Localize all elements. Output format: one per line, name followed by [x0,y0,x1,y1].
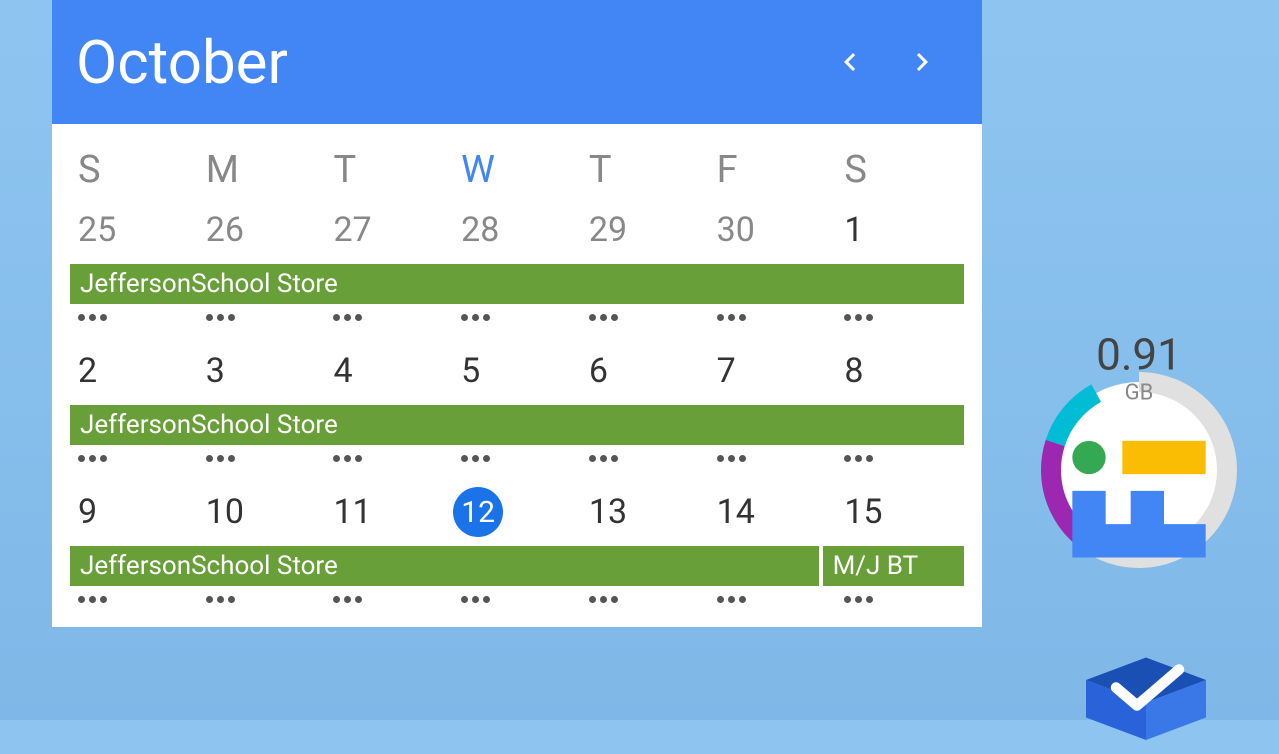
more-events-indicator[interactable] [453,314,581,321]
more-events-indicator[interactable] [198,596,326,603]
date-cell[interactable]: 4 [325,345,453,397]
more-events-indicator[interactable] [709,314,837,321]
more-events-indicator[interactable] [836,596,964,603]
today-indicator: 12 [453,487,503,537]
more-events-row [70,596,964,603]
day-header: T [325,148,453,192]
date-cell[interactable]: 1 [836,204,964,256]
more-events-indicator[interactable] [70,314,198,321]
more-events-indicator[interactable] [581,314,709,321]
date-cell[interactable]: 9 [70,486,198,538]
data-usage-unit: GB [1039,381,1239,406]
week-block: 2526272829301 JeffersonSchool Store [70,204,964,321]
more-events-indicator[interactable] [836,314,964,321]
calendar-body: SMTWTFS 2526272829301JeffersonSchool Sto… [52,124,982,603]
data-usage-widget[interactable]: 0.91 GB [1039,370,1239,570]
more-events-indicator[interactable] [70,455,198,462]
date-row: 2526272829301 [70,204,964,256]
day-header-row: SMTWTFS [70,148,964,192]
date-cell[interactable]: 11 [325,486,453,538]
date-cell[interactable]: 2 [70,345,198,397]
more-events-indicator[interactable] [453,455,581,462]
calendar-event[interactable]: M/J BT [823,546,964,586]
more-events-row [70,314,964,321]
day-header: S [836,148,964,192]
chevron-right-icon [904,44,940,80]
week-block: 9101112 131415 JeffersonSchool StoreM/J BT [70,486,964,603]
day-header: W [453,148,581,192]
date-cell[interactable]: 27 [325,204,453,256]
date-row: 9101112 131415 [70,486,964,538]
date-cell[interactable]: 5 [453,345,581,397]
date-cell[interactable]: 26 [198,204,326,256]
more-events-indicator[interactable] [325,596,453,603]
calendar-event[interactable]: JeffersonSchool Store [70,264,964,304]
date-row: 2345678 [70,345,964,397]
date-cell[interactable]: 7 [709,345,837,397]
chevron-left-icon [832,44,868,80]
month-label: October [76,27,814,98]
date-cell[interactable]: 30 [709,204,837,256]
more-events-indicator[interactable] [581,455,709,462]
more-events-indicator[interactable] [325,455,453,462]
more-events-indicator[interactable] [198,314,326,321]
date-cell[interactable]: 28 [453,204,581,256]
day-header: S [70,148,198,192]
more-events-row [70,455,964,462]
date-cell[interactable]: 29 [581,204,709,256]
more-events-indicator[interactable] [709,596,837,603]
date-cell[interactable]: 12 [453,486,581,538]
fi-logo-icon [1039,408,1239,612]
event-bar: JeffersonSchool StoreM/J BT [70,546,964,586]
more-events-indicator[interactable] [453,596,581,603]
calendar-event[interactable]: JeffersonSchool Store [70,405,964,445]
date-cell[interactable]: 3 [198,345,326,397]
day-header: M [198,148,326,192]
date-cell[interactable]: 13 [581,486,709,538]
day-header: F [709,148,837,192]
event-bar: JeffersonSchool Store [70,264,964,304]
prev-month-button[interactable] [814,26,886,98]
tasks-widget-icon[interactable] [1071,640,1221,750]
week-block: 2345678 JeffersonSchool Store [70,345,964,462]
more-events-indicator[interactable] [70,596,198,603]
calendar-event[interactable]: JeffersonSchool Store [70,546,819,586]
data-ring: 0.91 GB [1039,370,1239,570]
day-header: T [581,148,709,192]
date-cell[interactable]: 25 [70,204,198,256]
calendar-widget[interactable]: October SMTWTFS 2526272829301JeffersonSc… [52,0,982,627]
date-cell[interactable]: 10 [198,486,326,538]
more-events-indicator[interactable] [198,455,326,462]
date-cell[interactable]: 15 [836,486,964,538]
more-events-indicator[interactable] [709,455,837,462]
date-cell[interactable]: 8 [836,345,964,397]
more-events-indicator[interactable] [325,314,453,321]
more-events-indicator[interactable] [581,596,709,603]
event-bar: JeffersonSchool Store [70,405,964,445]
date-cell[interactable]: 14 [709,486,837,538]
date-cell[interactable]: 6 [581,345,709,397]
more-events-indicator[interactable] [836,455,964,462]
data-usage-value: 0.91 [1039,329,1239,381]
next-month-button[interactable] [886,26,958,98]
calendar-header: October [52,0,982,124]
